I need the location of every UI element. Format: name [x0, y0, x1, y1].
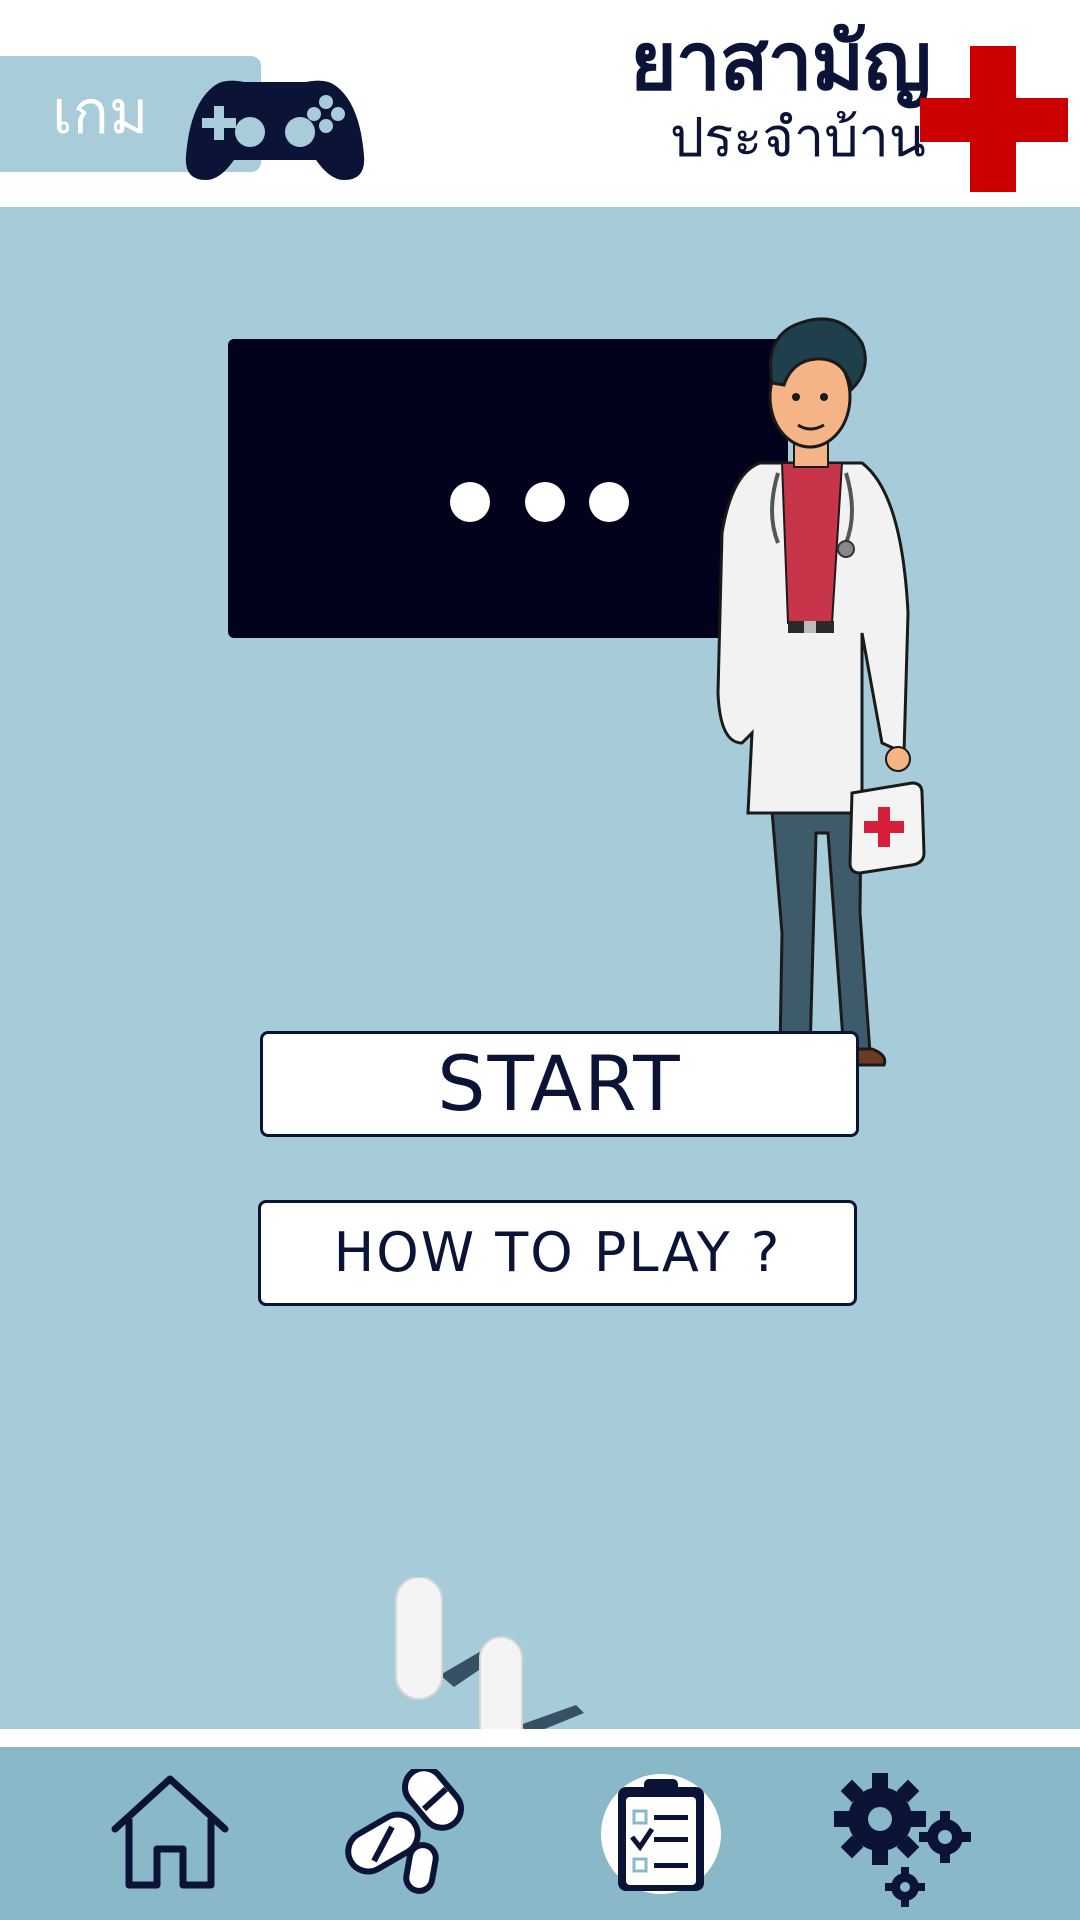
nav-settings[interactable]	[825, 1769, 975, 1907]
gamepad-icon	[185, 80, 365, 180]
nav-divider	[0, 1729, 1080, 1747]
pills-icon	[345, 1765, 464, 1894]
red-cross-icon	[920, 46, 1068, 192]
clipboard-checklist-icon	[601, 1774, 721, 1894]
ellipsis-dot	[589, 482, 629, 522]
nav-pills[interactable]	[342, 1765, 472, 1899]
speech-box	[228, 339, 788, 638]
home-icon	[111, 1775, 229, 1889]
game-tab-label: เกม	[52, 78, 149, 148]
nav-home[interactable]	[105, 1769, 235, 1899]
ellipsis-dot	[450, 482, 490, 522]
settings-gears-icon	[834, 1773, 971, 1907]
nav-checklist[interactable]	[596, 1769, 726, 1899]
app-subtitle: ประจำบ้าน	[670, 106, 926, 169]
app-title: ยาสามัญ	[630, 15, 931, 108]
how-to-play-button[interactable]: HOW TO PLAY ?	[258, 1200, 857, 1306]
bottom-nav	[0, 1747, 1080, 1920]
ellipsis-dot	[525, 482, 565, 522]
header: เกม ยาสามัญ ประจำบ้าน	[0, 0, 1080, 207]
start-button[interactable]: START	[260, 1031, 859, 1137]
main-area: START HOW TO PLAY ?	[0, 207, 1080, 1860]
